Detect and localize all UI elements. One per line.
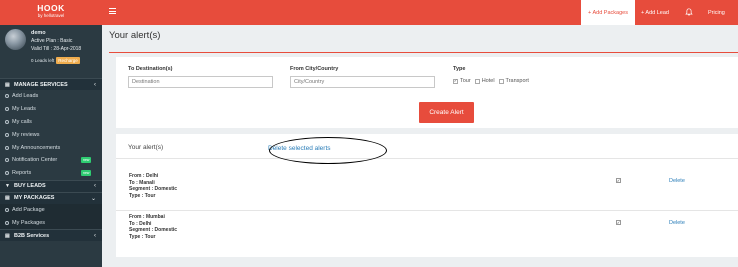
alert-select-checkbox[interactable]: ✓ [616,220,621,225]
sidebar-item-label: Add Leads [12,93,39,100]
chevron-down-icon: ⌄ [90,195,96,202]
profile-leads-left: 0 Leads left [31,58,55,63]
type-option-hotel[interactable]: Hotel [474,78,495,84]
section-my-packages-label: MY PACKAGES [14,195,55,202]
sidebar-item-my-leads[interactable]: My Leads [0,103,102,116]
top-bar: + Add Packages + Add Lead Pricing [102,0,738,25]
bell-icon[interactable] [685,8,693,16]
page-title: Your alert(s) [109,30,161,41]
brand-subtitle: by hellotravel [37,13,65,18]
chevron-left-icon: ‹ [94,232,96,239]
circle-icon [5,171,9,176]
sidebar-item-label: My reviews [12,131,40,138]
create-alert-form: To Destination(s) Destination From City/… [116,57,738,128]
sidebar-item-add-package[interactable]: Add Package [0,204,102,217]
sidebar-item-my-announcements[interactable]: My Announcements [0,141,102,154]
circle-icon [5,145,9,150]
sidebar: HOOK by hellotravel demo Active Plan : B… [0,0,102,267]
circle-icon [5,119,9,124]
services-icon: ▤ [5,81,10,88]
circle-icon [5,132,9,137]
chevron-left-icon: ‹ [94,183,96,190]
add-packages-link[interactable]: + Add Packages [581,0,635,25]
package-icon: ▤ [5,195,10,202]
sidebar-item-label: My calls [12,118,32,125]
alert-row: From : Mumbai To : Delhi Segment : Domes… [116,211,738,257]
create-alert-button[interactable]: Create Alert [419,102,474,123]
type-option-label: Transport [505,78,529,84]
briefcase-icon: ▤ [5,232,10,239]
profile-username: demo [31,30,46,36]
section-b2b-label: B2B Services [14,232,50,239]
new-badge: new [81,170,92,177]
type-option-transport[interactable]: Transport [498,78,529,84]
type-option-tour[interactable]: ✓ Tour [453,78,471,84]
type-option-label: Hotel [481,78,495,84]
hotel-checkbox[interactable] [474,78,480,84]
alerts-list-title: Your alert(s) [128,144,164,151]
tour-checkbox[interactable]: ✓ [453,78,458,84]
alerts-list: Your alert(s) Delete selected alerts Fro… [116,134,738,257]
profile-plan: Active Plan : Basic [31,38,73,44]
add-lead-link[interactable]: + Add Lead [641,0,669,25]
type-option-label: Tour [460,78,471,84]
sidebar-item-label: Reports [12,170,32,177]
profile-panel: demo Active Plan : Basic Valid Till : 28… [0,25,102,78]
alert-row: From : Delhi To : Manali Segment : Domes… [116,159,738,211]
to-destination-label: To Destination(s) [128,66,173,72]
sidebar-item-my-reviews[interactable]: My reviews [0,128,102,141]
city-country-input[interactable]: City/Country [290,76,435,88]
sidebar-item-add-leads[interactable]: Add Leads [0,90,102,103]
alert-type: Type : Tour [129,192,156,199]
sidebar-item-my-packages[interactable]: My Packages [0,216,102,229]
brand-name: HOOK [37,3,65,13]
recharge-button[interactable]: Recharge [56,57,80,64]
circle-icon [5,107,9,112]
sidebar-item-label: My Packages [12,219,46,226]
cart-icon: ▼ [5,183,10,190]
section-buy-leads[interactable]: ▼ BUY LEADS ‹ [0,179,102,192]
title-divider [109,52,738,53]
hamburger-menu-icon[interactable] [109,8,116,14]
sidebar-item-label: Notification Center [12,157,58,164]
alert-select-checkbox[interactable]: ✓ [616,178,621,183]
pricing-link[interactable]: Pricing [708,0,725,25]
type-label: Type [453,66,466,72]
transport-checkbox[interactable] [498,78,504,84]
type-options: ✓ Tour Hotel Transport [453,78,533,84]
sidebar-item-notification-center[interactable]: Notification Center new [0,154,102,167]
alert-type: Type : Tour [129,233,156,240]
brand-logo[interactable]: HOOK by hellotravel [0,0,102,25]
avatar[interactable] [5,29,26,50]
sidebar-item-label: Add Package [12,206,45,213]
sidebar-item-label: My Announcements [12,144,61,151]
sidebar-item-my-calls[interactable]: My calls [0,116,102,129]
section-manage-services[interactable]: ▤ MANAGE SERVICES ‹ [0,78,102,90]
section-buy-leads-label: BUY LEADS [14,183,46,190]
circle-icon [5,94,9,99]
circle-icon [5,158,9,163]
profile-valid-till: Valid Till : 28-Apr-2018 [31,46,82,52]
section-b2b-services[interactable]: ▤ B2B Services ‹ [0,229,102,242]
alerts-list-header: Your alert(s) Delete selected alerts [116,134,738,164]
circle-icon [5,220,9,225]
section-my-packages[interactable]: ▤ MY PACKAGES ⌄ [0,191,102,204]
sidebar-item-reports[interactable]: Reports new [0,167,102,180]
delete-alert-link[interactable]: Delete [669,220,685,226]
new-badge: new [81,157,92,164]
destination-input[interactable]: Destination [128,76,273,88]
section-manage-services-label: MANAGE SERVICES [14,81,68,88]
from-city-label: From City/Country [290,66,339,72]
delete-alert-link[interactable]: Delete [669,178,685,184]
circle-icon [5,207,9,212]
chevron-left-icon: ‹ [94,81,96,88]
sidebar-item-label: My Leads [12,106,36,113]
